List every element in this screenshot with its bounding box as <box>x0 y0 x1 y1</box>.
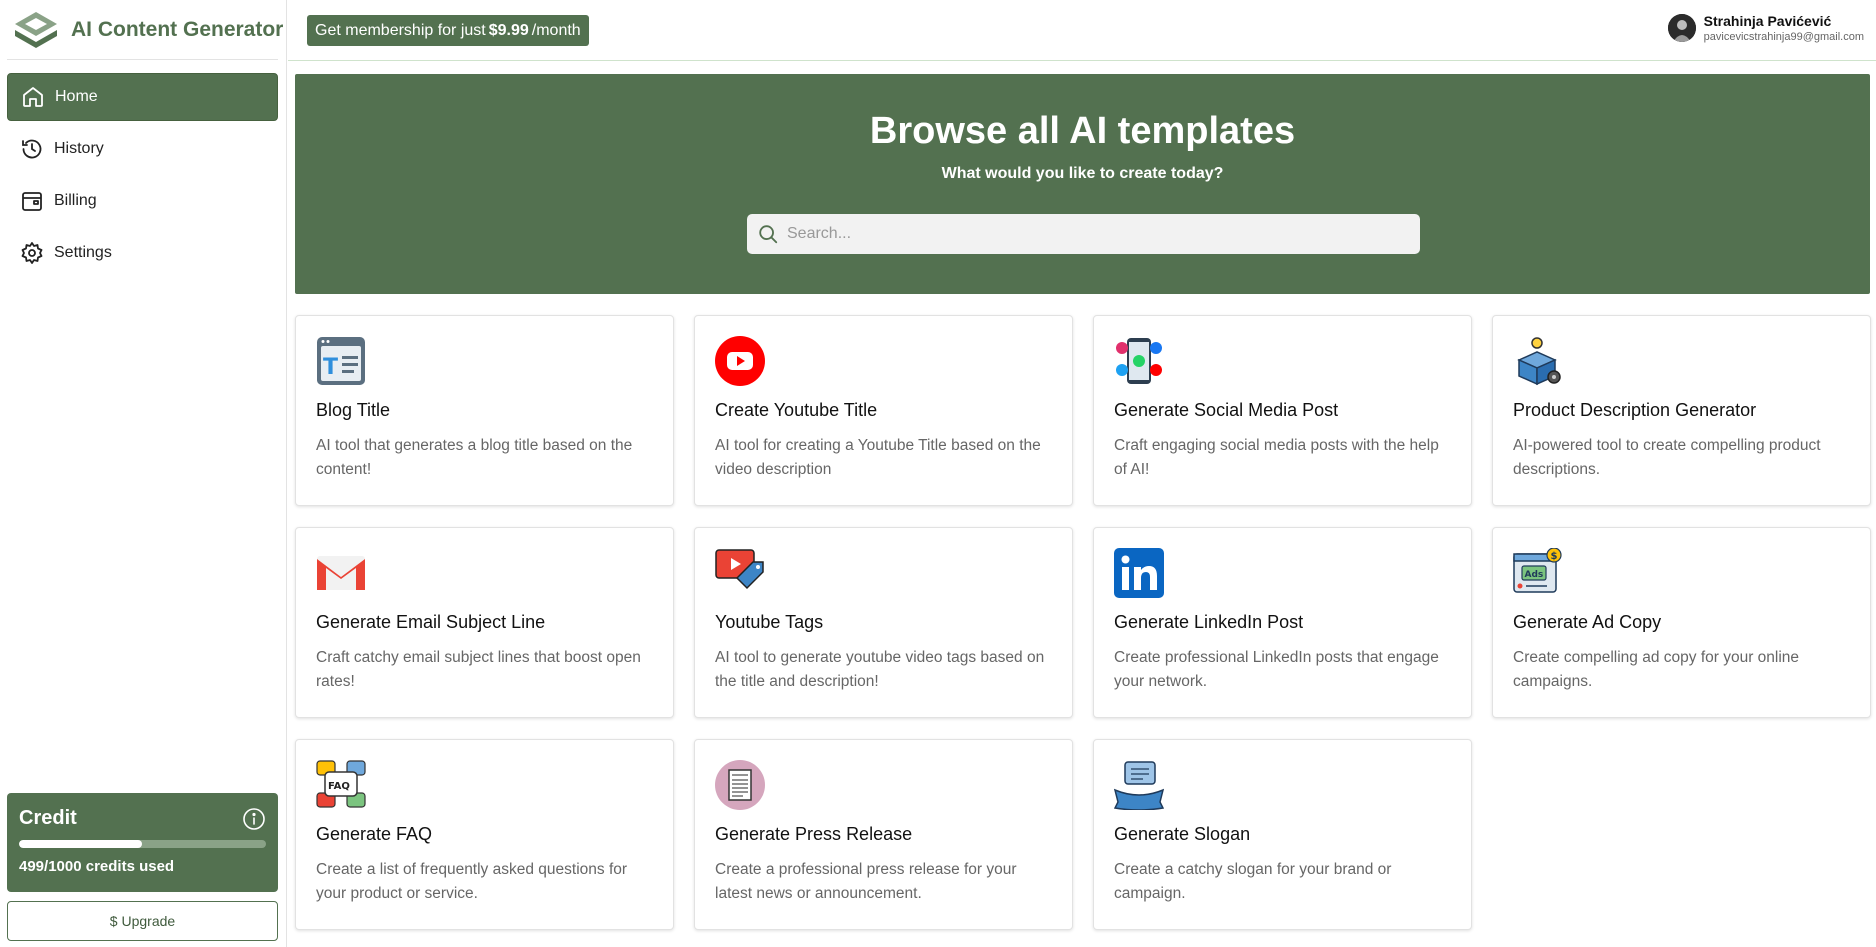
app-logo[interactable]: AI Content Generator <box>13 10 283 50</box>
sidebar-item-label: History <box>54 140 104 157</box>
sidebar-item-billing[interactable]: Billing <box>7 177 278 225</box>
search-input[interactable] <box>787 225 1387 243</box>
sidebar-nav: Home History Billing Settings <box>7 73 278 281</box>
card-description: Create a list of frequently asked questi… <box>316 861 628 902</box>
upgrade-button[interactable]: $ Upgrade <box>7 901 278 941</box>
card-title: Generate FAQ <box>316 824 433 844</box>
logo-icon <box>15 12 57 48</box>
top-header: Get membership for just $9.99 /month Str… <box>288 0 1876 61</box>
card-title: Product Description Generator <box>1513 400 1757 420</box>
credit-title: Credit <box>19 807 77 829</box>
gear-icon <box>21 242 43 264</box>
template-card-faq[interactable]: FAQ Generate FAQ Create a list of freque… <box>295 739 674 930</box>
card-title: Generate LinkedIn Post <box>1114 612 1304 632</box>
svg-text:Ads: Ads <box>1525 570 1544 580</box>
card-title: Generate Social Media Post <box>1114 400 1339 420</box>
sidebar-item-history[interactable]: History <box>7 125 278 173</box>
card-description: AI tool to generate youtube video tags b… <box>715 649 1045 690</box>
card-description: Create a catchy slogan for your brand or… <box>1114 861 1392 902</box>
ads-icon: Ads $ <box>1513 548 1563 598</box>
sidebar-item-settings[interactable]: Settings <box>7 229 278 277</box>
card-description: Craft catchy email subject lines that bo… <box>316 649 641 690</box>
template-card-press-release[interactable]: Generate Press Release Create a professi… <box>694 739 1073 930</box>
card-description: Create professional LinkedIn posts that … <box>1114 649 1439 690</box>
page-title: Browse all AI templates <box>869 110 1296 152</box>
template-card-slogan[interactable]: Generate Slogan Create a catchy slogan f… <box>1093 739 1472 930</box>
avatar-image <box>1667 14 1696 42</box>
card-title: Generate Email Subject Line <box>316 612 546 632</box>
card-description: Craft engaging social media posts with t… <box>1114 437 1439 478</box>
svg-text:T: T <box>323 355 338 380</box>
sidebar-item-label: Home <box>55 88 98 105</box>
youtube-icon <box>715 336 765 386</box>
sidebar-item-label: Billing <box>54 192 97 209</box>
template-card-blog-title[interactable]: T Blog Title AI tool that generates a bl… <box>295 315 674 506</box>
card-description: Create a professional press release for … <box>715 861 1017 902</box>
card-title: Youtube Tags <box>715 612 824 632</box>
sidebar-item-home[interactable]: Home <box>7 73 278 121</box>
credit-progress-bar <box>19 840 266 848</box>
template-card-ad-copy[interactable]: Ads $ Generate Ad Copy Create compelling … <box>1492 527 1871 718</box>
template-card-linkedin-post[interactable]: Generate LinkedIn Post Create profession… <box>1093 527 1472 718</box>
faq-icon: FAQ <box>316 760 366 810</box>
user-email: pavicevicstrahinja99@gmail.com <box>1703 31 1864 43</box>
app-title: AI Content Generator <box>71 18 284 41</box>
search-box <box>747 214 1420 254</box>
svg-text:$: $ <box>1551 551 1558 562</box>
info-icon[interactable] <box>242 807 266 831</box>
card-description: AI-powered tool to create compelling pro… <box>1513 437 1821 478</box>
slogan-icon <box>1114 760 1164 810</box>
credit-panel: Credit 499/1000 credits used <box>7 793 278 892</box>
sidebar: AI Content Generator Home History Billin… <box>0 0 287 947</box>
sidebar-item-label: Settings <box>54 244 112 261</box>
card-title: Create Youtube Title <box>715 400 878 420</box>
user-name: Strahinja Pavićević <box>1703 13 1832 29</box>
membership-promo-button[interactable]: Get membership for just $9.99 /month <box>307 15 589 46</box>
product-box-icon <box>1513 336 1563 386</box>
template-card-product-description[interactable]: Product Description Generator AI-powered… <box>1492 315 1871 506</box>
svg-text:FAQ: FAQ <box>328 781 350 792</box>
user-profile[interactable]: Strahinja Pavićević pavicevicstrahinja99… <box>1667 13 1864 43</box>
linkedin-icon <box>1114 548 1164 598</box>
credit-progress-fill <box>19 840 143 848</box>
template-card-youtube-tags[interactable]: Youtube Tags AI tool to generate youtube… <box>694 527 1073 718</box>
card-title: Generate Slogan <box>1114 824 1251 844</box>
news-icon <box>715 760 765 810</box>
card-title: Blog Title <box>316 400 391 420</box>
blog-title-icon: T <box>316 336 366 386</box>
promo-price: $9.99 <box>488 21 529 39</box>
card-description: AI tool for creating a Youtube Title bas… <box>715 437 1041 478</box>
video-tag-icon <box>715 548 765 598</box>
template-card-email-subject[interactable]: Generate Email Subject Line Craft catchy… <box>295 527 674 718</box>
hero-banner: Browse all AI templates What would you l… <box>295 74 1870 294</box>
social-media-icon <box>1114 336 1164 386</box>
template-card-social-media-post[interactable]: Generate Social Media Post Craft engagin… <box>1093 315 1472 506</box>
card-description: AI tool that generates a blog title base… <box>316 437 633 478</box>
promo-suffix: /month <box>531 21 581 39</box>
card-title: Generate Press Release <box>715 824 913 844</box>
home-icon <box>23 87 43 107</box>
user-info: Strahinja Pavićević pavicevicstrahinja99… <box>1704 13 1864 43</box>
billing-icon <box>22 192 42 211</box>
avatar[interactable] <box>1667 14 1696 42</box>
template-card-youtube-title[interactable]: Create Youtube Title AI tool for creatin… <box>694 315 1073 506</box>
search-icon <box>759 225 778 244</box>
promo-prefix: Get membership for just <box>315 21 486 39</box>
page-subtitle: What would you like to create today? <box>941 165 1224 182</box>
template-grid: T Blog Title AI tool that generates a bl… <box>295 315 1871 930</box>
card-title: Generate Ad Copy <box>1513 612 1662 632</box>
history-icon <box>22 139 42 159</box>
card-description: Create compelling ad copy for your onlin… <box>1513 649 1800 690</box>
credit-usage-text: 499/1000 credits used <box>19 858 175 875</box>
divider <box>7 59 278 60</box>
gmail-icon <box>316 548 366 598</box>
